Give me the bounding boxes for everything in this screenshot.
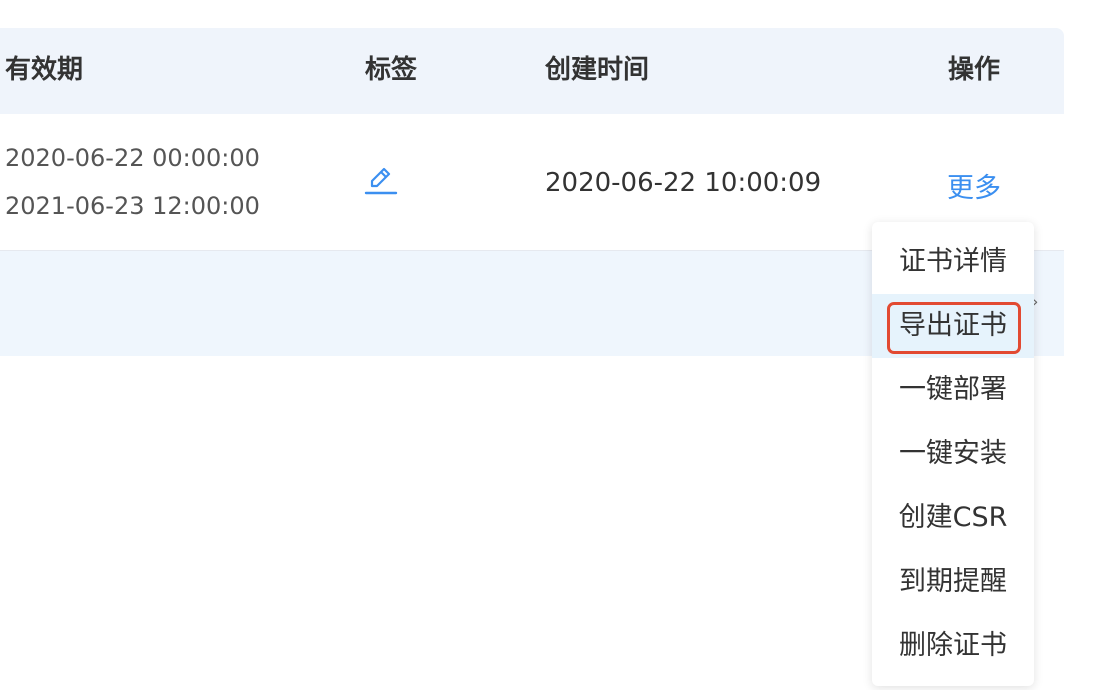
created-time: 2020-06-22 10:00:09 (545, 168, 822, 198)
more-actions-dropdown: 证书详情 导出证书 一键部署 一键安装 创建CSR 到期提醒 删除证书 (872, 222, 1034, 686)
menu-item-delete-cert[interactable]: 删除证书 (872, 614, 1034, 678)
table-header: 有效期 标签 创建时间 操作 (0, 28, 1064, 114)
menu-item-one-click-install[interactable]: 一键安装 (872, 422, 1034, 486)
validity-start: 2020-06-22 00:00:00 (5, 144, 260, 172)
validity-end: 2021-06-23 12:00:00 (5, 192, 260, 220)
more-actions-link[interactable]: 更多 (947, 166, 1001, 205)
column-header-created-time: 创建时间 (545, 55, 650, 85)
column-header-actions: 操作 (948, 55, 1001, 85)
menu-item-create-csr[interactable]: 创建CSR (872, 486, 1034, 550)
menu-item-export-cert[interactable]: 导出证书 (872, 294, 1034, 358)
pencil-icon[interactable] (362, 162, 398, 198)
column-header-tags: 标签 (365, 55, 418, 85)
certificate-table-page: 有效期 标签 创建时间 操作 2020-06-22 00:00:00 2021-… (0, 0, 1100, 690)
column-header-validity: 有效期 (5, 55, 84, 85)
menu-item-cert-details[interactable]: 证书详情 (872, 230, 1034, 294)
menu-item-one-click-deploy[interactable]: 一键部署 (872, 358, 1034, 422)
menu-item-expiry-reminder[interactable]: 到期提醒 (872, 550, 1034, 614)
